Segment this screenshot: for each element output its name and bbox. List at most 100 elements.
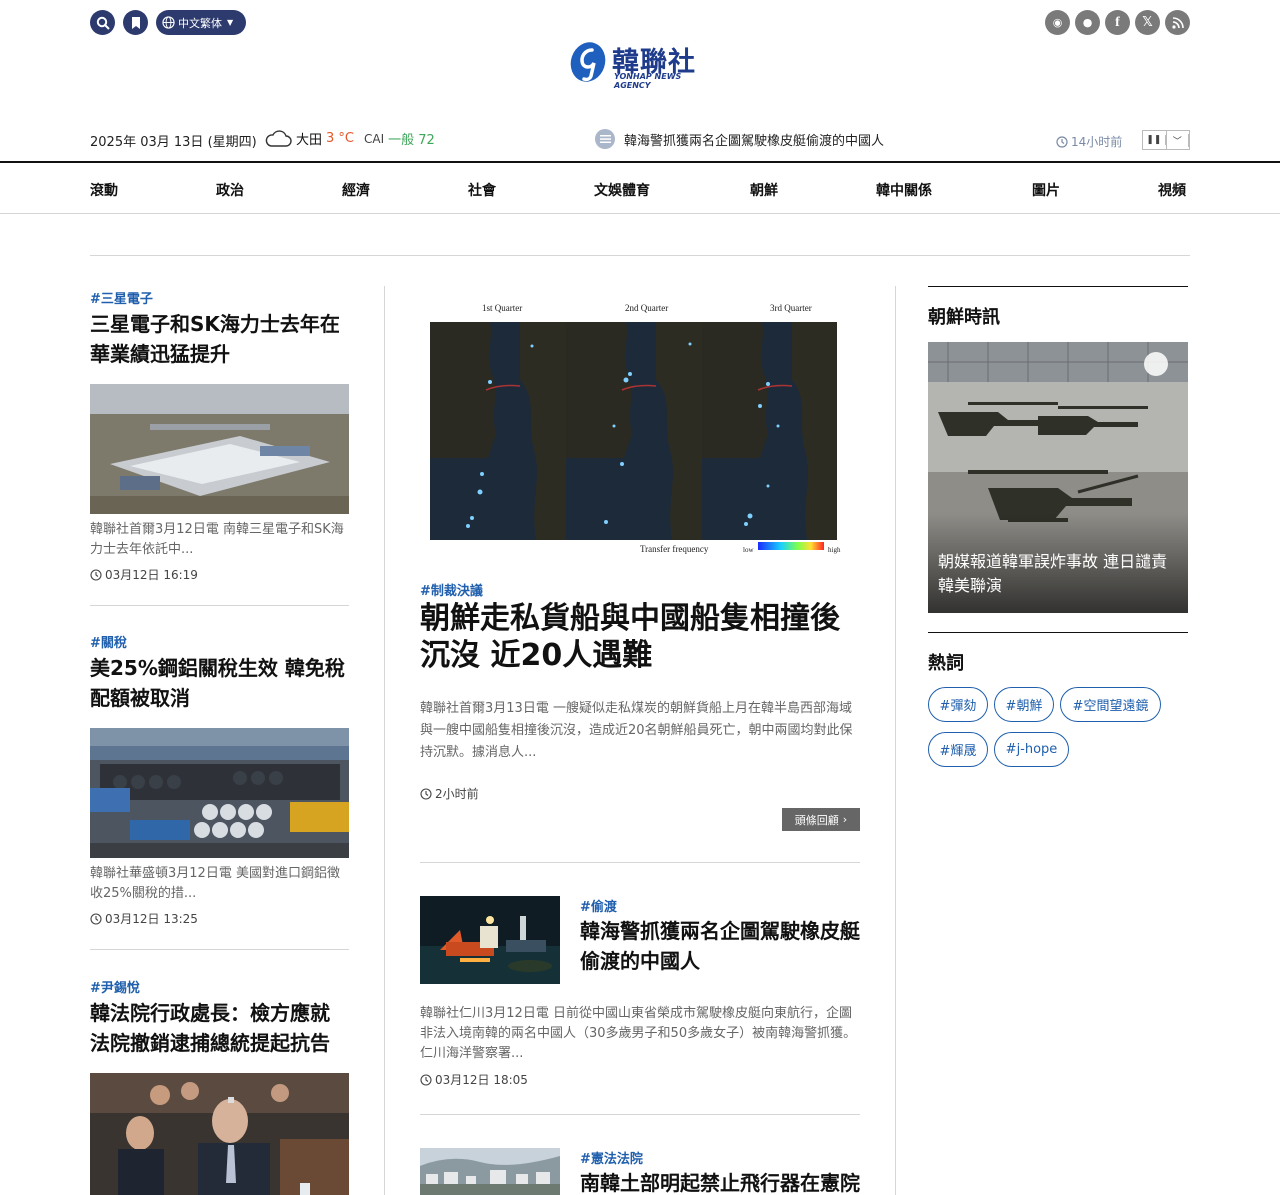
left-article-3[interactable]: #尹錫悅 韓法院行政處長：檢方應就法院撤銷逮捕總統提起抗告 bbox=[90, 977, 349, 1195]
pause-button[interactable]: ❚❚ bbox=[1143, 131, 1167, 149]
lead-article-image[interactable]: 1st Quarter 2nd Quarter 3rd Quarter Tran… bbox=[420, 296, 860, 560]
headline-review-button[interactable]: 頭條回顧 › bbox=[782, 808, 860, 831]
divider bbox=[420, 1114, 860, 1115]
mid-article-2[interactable]: #憲法法院 南韓土部明起禁止飛行器在憲院 bbox=[420, 1148, 860, 1195]
clock-icon bbox=[420, 787, 432, 800]
nav-item-scroll[interactable]: 滾動 bbox=[90, 180, 118, 200]
article-summary: 韓聯社仁川3月12日電 日前從中國山東省榮成市駕駛橡皮艇向東航行，企圖非法入境南… bbox=[420, 1006, 857, 1061]
article-title[interactable]: 韓法院行政處長：檢方應就法院撤銷逮捕總統提起抗告 bbox=[90, 998, 349, 1058]
map-label-q3: 3rd Quarter bbox=[770, 303, 812, 313]
article-title[interactable]: 南韓土部明起禁止飛行器在憲院 bbox=[580, 1168, 860, 1195]
globe-icon bbox=[162, 16, 175, 29]
keyword-chip[interactable]: #空間望遠鏡 bbox=[1060, 687, 1161, 722]
nav-item-videos[interactable]: 視頻 bbox=[1158, 180, 1186, 200]
divider bbox=[90, 949, 349, 950]
keyword-chip[interactable]: #j-hope bbox=[994, 732, 1069, 767]
ticker-controls: ❚❚ ﹀ bbox=[1142, 130, 1190, 150]
info-row: 2025年 03月 13日 (星期四) 大田 3 °C CAI 一般 72 韓海… bbox=[90, 126, 1190, 154]
main-nav: 滾動 政治 經濟 社會 文娛體育 朝鮮 韓中關係 圖片 視頻 bbox=[0, 161, 1280, 214]
cai-value: 一般 72 bbox=[388, 133, 435, 148]
x-button[interactable]: 𝕏 bbox=[1135, 10, 1160, 35]
article-thumbnail[interactable] bbox=[90, 384, 349, 514]
article-title[interactable]: 三星電子和SK海力士去年在華業績迅猛提升 bbox=[90, 309, 349, 369]
expand-ticker-button[interactable]: ﹀ bbox=[1167, 131, 1189, 149]
language-label: 中文繁体 bbox=[178, 16, 222, 30]
article-tag[interactable]: #關稅 bbox=[90, 632, 349, 651]
article-tag[interactable]: #三星電子 bbox=[90, 288, 349, 307]
feature-article[interactable]: 朝媒報道韓軍誤炸事故 連日譴責韓美聯演 bbox=[928, 342, 1188, 613]
article-time: 03月12日 13:25 bbox=[90, 910, 349, 927]
nav-item-photos[interactable]: 圖片 bbox=[1032, 180, 1060, 200]
weibo-icon: ◉ bbox=[1052, 16, 1063, 29]
article-summary: 韓聯社首爾3月12日電 南韓三星電子和SK海力士去年依託中... bbox=[90, 522, 344, 557]
chevron-right-icon: › bbox=[842, 813, 848, 826]
article-thumbnail[interactable] bbox=[90, 1073, 349, 1195]
weather-temp: 3 °C bbox=[326, 131, 354, 146]
facebook-button[interactable]: f bbox=[1105, 10, 1130, 35]
yonhap-logo-mark bbox=[570, 42, 606, 82]
language-selector[interactable]: 中文繁体 ▼ bbox=[156, 10, 246, 35]
wechat-button[interactable]: ● bbox=[1075, 10, 1100, 35]
nav-item-politics[interactable]: 政治 bbox=[216, 180, 244, 200]
search-button[interactable] bbox=[90, 10, 115, 35]
news-ticker[interactable]: 韓海警抓獲兩名企圖駕駛橡皮艇偷渡的中國人 bbox=[595, 129, 884, 149]
legend-gradient bbox=[758, 542, 824, 550]
article-title[interactable]: 韓海警抓獲兩名企圖駕駛橡皮艇偷渡的中國人 bbox=[580, 916, 860, 976]
article-time-text: 03月12日 18:05 bbox=[435, 1073, 528, 1087]
article-summary: 韓聯社華盛頓3月12日電 美國對進口鋼鋁徵收25%關稅的措... bbox=[90, 866, 340, 901]
chevron-down-icon: ﹀ bbox=[1167, 133, 1189, 147]
article-thumbnail[interactable] bbox=[420, 896, 560, 984]
content-divider bbox=[90, 255, 1190, 256]
article-thumbnail[interactable] bbox=[90, 728, 349, 858]
logo-english: YONHAP NEWS AGENCY bbox=[614, 72, 682, 90]
nav-item-economy[interactable]: 經濟 bbox=[342, 180, 370, 200]
nav-item-korea-china[interactable]: 韓中關係 bbox=[876, 180, 932, 200]
mid-article-1[interactable]: #偷渡 韓海警抓獲兩名企圖駕駛橡皮艇偷渡的中國人 韓聯社仁川3月12日電 日前從… bbox=[420, 896, 860, 1087]
bookmark-button[interactable] bbox=[123, 10, 148, 35]
photo-icon bbox=[1144, 352, 1168, 376]
clock-icon bbox=[90, 912, 102, 925]
weather-city: 大田 bbox=[296, 133, 323, 148]
feature-caption[interactable]: 朝媒報道韓軍誤炸事故 連日譴責韓美聯演 bbox=[938, 550, 1178, 598]
keyword-chip[interactable]: #彈劾 bbox=[928, 687, 988, 722]
nav-item-north-korea[interactable]: 朝鮮 bbox=[750, 180, 778, 200]
left-article-2[interactable]: #關稅 美25%鋼鋁關稅生效 韓免稅配額被取消 韓聯社華盛頓3月12日電 美國對… bbox=[90, 632, 349, 927]
nav-item-society[interactable]: 社會 bbox=[468, 180, 496, 200]
site-logo[interactable]: 韓聯社 YONHAP NEWS AGENCY bbox=[568, 38, 718, 90]
map-label-q1: 1st Quarter bbox=[482, 303, 522, 313]
legend-low: low bbox=[743, 546, 754, 554]
hot-keywords-heading: 熱詞 bbox=[928, 632, 1188, 688]
rss-icon bbox=[1171, 16, 1184, 29]
weather-widget[interactable]: 大田 3 °C CAI 一般 72 bbox=[264, 129, 435, 148]
keyword-chip[interactable]: #輝晟 bbox=[928, 732, 988, 767]
legend-title: Transfer frequency bbox=[640, 544, 709, 554]
article-tag[interactable]: #憲法法院 bbox=[580, 1148, 643, 1167]
lead-article-summary: 韓聯社首爾3月13日電 一艘疑似走私煤炭的朝鮮貨船上月在韓半島西部海域與一艘中國… bbox=[420, 701, 853, 760]
clock-icon bbox=[420, 1073, 432, 1086]
nav-item-entertainment-sports[interactable]: 文娛體育 bbox=[594, 180, 650, 200]
weibo-button[interactable]: ◉ bbox=[1045, 10, 1070, 35]
caret-down-icon: ▼ bbox=[227, 18, 234, 27]
rss-button[interactable] bbox=[1165, 10, 1190, 35]
divider bbox=[420, 862, 860, 863]
wechat-icon: ● bbox=[1082, 16, 1093, 29]
north-korea-news-heading[interactable]: 朝鮮時訊 bbox=[928, 286, 1188, 342]
ticker-time-text: 14小时前 bbox=[1071, 135, 1123, 149]
column-divider-left bbox=[384, 286, 385, 1195]
article-title[interactable]: 美25%鋼鋁關稅生效 韓免稅配額被取消 bbox=[90, 653, 349, 713]
lead-article-title[interactable]: 朝鮮走私貨船與中國船隻相撞後沉沒 近20人遇難 bbox=[420, 600, 860, 674]
cloud-icon bbox=[265, 129, 292, 147]
article-time-text: 03月12日 13:25 bbox=[105, 912, 198, 926]
pause-icon: ❚❚ bbox=[1143, 135, 1166, 145]
left-article-1[interactable]: #三星電子 三星電子和SK海力士去年在華業績迅猛提升 韓聯社首爾3月12日電 南… bbox=[90, 288, 349, 583]
clock-icon bbox=[90, 568, 102, 581]
current-date: 2025年 03月 13日 (星期四) bbox=[90, 135, 257, 150]
ticker-headline[interactable]: 韓海警抓獲兩名企圖駕駛橡皮艇偷渡的中國人 bbox=[624, 130, 884, 149]
column-divider-right bbox=[895, 286, 896, 1195]
top-bar: 中文繁体 ▼ ◉ ● f 𝕏 bbox=[90, 10, 1190, 36]
article-thumbnail[interactable] bbox=[420, 1148, 560, 1195]
article-tag[interactable]: #尹錫悅 bbox=[90, 977, 349, 996]
keyword-chip[interactable]: #朝鮮 bbox=[994, 687, 1054, 722]
article-tag[interactable]: #偷渡 bbox=[580, 896, 617, 915]
lead-article-tag[interactable]: #制裁決議 bbox=[420, 580, 483, 599]
